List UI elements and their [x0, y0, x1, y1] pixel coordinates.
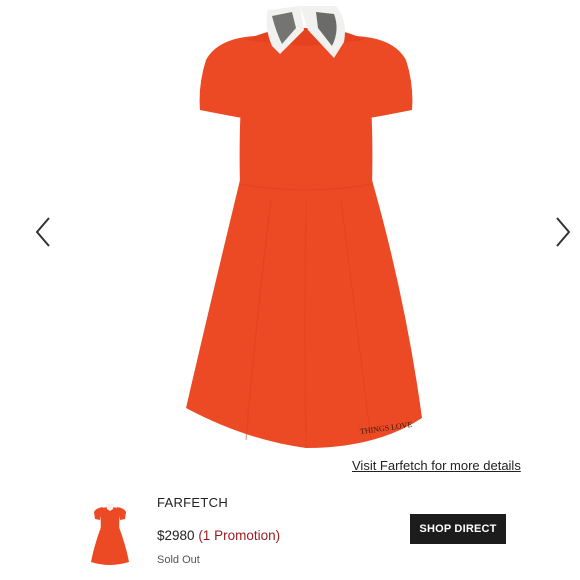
price-line: $2980 (1 Promotion) [157, 528, 280, 543]
chevron-left-icon [35, 217, 50, 247]
product-offer-page: THINGS LOVE Visit Farfetch for more deta… [0, 0, 580, 580]
image-gallery: THINGS LOVE Visit Farfetch for more deta… [0, 0, 580, 473]
price: $2980 [157, 528, 195, 543]
retailer-name: FARFETCH [157, 495, 229, 510]
visit-retailer-link[interactable]: Visit Farfetch for more details [352, 458, 521, 473]
retailer-offer: FARFETCH $2980 (1 Promotion) Sold Out SH… [0, 488, 580, 580]
shop-direct-button[interactable]: SHOP DIRECT [410, 514, 506, 544]
promotion-link[interactable]: (1 Promotion) [198, 528, 280, 543]
stock-status: Sold Out [157, 554, 200, 566]
offer-thumbnail[interactable] [88, 502, 132, 568]
chevron-right-icon [556, 217, 571, 247]
product-image[interactable]: THINGS LOVE [176, 0, 436, 462]
next-image-button[interactable] [550, 214, 576, 250]
previous-image-button[interactable] [30, 214, 56, 250]
